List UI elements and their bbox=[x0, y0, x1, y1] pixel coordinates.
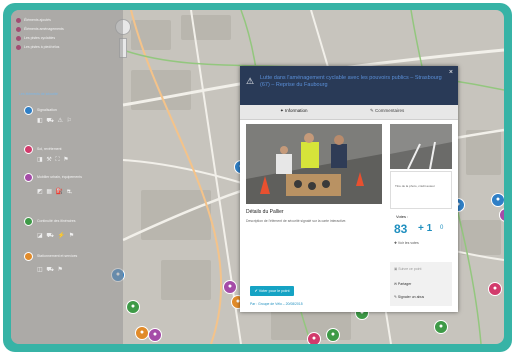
votes-separator: + 1 bbox=[418, 223, 433, 234]
map-marker[interactable]: ● bbox=[488, 282, 502, 296]
layer-dot bbox=[16, 18, 21, 23]
layer-panel: Éléments ajoutés Éléments aménagements L… bbox=[11, 10, 123, 344]
layer-label[interactable]: Les pistes à pied/vélos bbox=[24, 45, 59, 49]
map-marker[interactable]: ● bbox=[326, 328, 340, 342]
photo-scene bbox=[246, 124, 382, 204]
description-text: Description de l'élément de sécurité sig… bbox=[246, 219, 347, 223]
layer-dot bbox=[16, 45, 21, 50]
vote-button[interactable]: ✔ Voter pour le point bbox=[250, 286, 294, 296]
section-label: Détails du Pallier bbox=[246, 209, 284, 215]
category-badge[interactable] bbox=[24, 252, 33, 261]
map-marker[interactable]: ● bbox=[223, 280, 237, 294]
layer-dot bbox=[16, 27, 21, 32]
section-title: Les éléments de sécurité bbox=[19, 92, 58, 96]
modal-title: Lutte dans l'aménagement cyclable avec l… bbox=[260, 75, 442, 88]
thumbnail-caption: Titre de la photo, crédit auteur bbox=[395, 184, 435, 188]
category-icons[interactable]: ◪ ⛟ ⚡ ⚑ bbox=[37, 232, 75, 240]
category-icons[interactable]: ◫ ⛟ ⚑ bbox=[37, 266, 64, 274]
category-icons[interactable]: ◧ ⛟ ⚠ ⚐ bbox=[37, 117, 73, 125]
layer-label[interactable]: Éléments ajoutés bbox=[24, 18, 51, 22]
tab-comments[interactable]: ✎ Commentaires bbox=[370, 108, 404, 114]
category-badge[interactable] bbox=[24, 173, 33, 182]
warning-icon: ⚠ bbox=[246, 76, 255, 86]
votes-label: Votes : bbox=[396, 214, 409, 219]
category-label[interactable]: Continuité des itinéraires bbox=[37, 219, 76, 223]
category-label[interactable]: Stationnement et services bbox=[37, 254, 77, 258]
footer-text: Par : Groupe de Vélo – 20/08/2015 bbox=[250, 302, 303, 306]
category-badge[interactable] bbox=[24, 145, 33, 154]
category-label[interactable]: Mobilier urbain, équipements bbox=[37, 175, 82, 179]
report-link[interactable]: ✎ Signaler un abus bbox=[394, 295, 424, 299]
device-frame: ● ● ● ● ● ● ● ● ● ● ● ● ● ● ● Éléments a… bbox=[3, 3, 512, 352]
screen: ● ● ● ● ● ● ● ● ● ● ● ● ● ● ● Éléments a… bbox=[11, 10, 504, 344]
follow-link[interactable]: ▣ Suivre ce point bbox=[394, 267, 421, 271]
main-photo[interactable] bbox=[246, 124, 382, 204]
close-icon[interactable]: × bbox=[449, 69, 453, 76]
thumbnail-photo[interactable] bbox=[390, 124, 452, 170]
view-votes-link[interactable]: ✚ Voir les votes bbox=[394, 241, 419, 245]
votes-up-count: 83 bbox=[394, 222, 408, 236]
map-marker[interactable]: ● bbox=[434, 320, 448, 334]
detail-modal: ⚠ Lutte dans l'aménagement cyclable avec… bbox=[240, 66, 458, 312]
map-marker[interactable]: ● bbox=[148, 328, 162, 342]
share-link[interactable]: ✉ Partager bbox=[394, 282, 411, 286]
layer-dot bbox=[16, 36, 21, 41]
map-marker[interactable]: ● bbox=[491, 193, 504, 207]
layer-label[interactable]: Éléments aménagements bbox=[24, 27, 64, 31]
modal-tabs: ✦ Information ✎ Commentaires bbox=[240, 105, 458, 120]
category-icons[interactable]: ◨ ⚒ ⛶ ⚑ bbox=[37, 156, 70, 164]
votes-down-count: 0 bbox=[440, 225, 444, 231]
category-label[interactable]: Sol, revêtement bbox=[37, 147, 62, 151]
thumbnail-caption-box: Titre de la photo, crédit auteur bbox=[390, 171, 452, 209]
tab-information[interactable]: ✦ Information bbox=[280, 108, 308, 114]
map-marker[interactable]: ● bbox=[307, 332, 321, 344]
layer-label[interactable]: Les pistes cyclables bbox=[24, 36, 55, 40]
thumbnail-scene bbox=[390, 124, 452, 170]
map-marker[interactable]: ● bbox=[126, 300, 140, 314]
modal-header: ⚠ Lutte dans l'aménagement cyclable avec… bbox=[240, 66, 458, 105]
category-label[interactable]: Signalisation bbox=[37, 108, 57, 112]
category-icons[interactable]: ◩ ▦ ⛽ ⛐ bbox=[37, 188, 73, 196]
category-badge[interactable] bbox=[24, 217, 33, 226]
map-marker[interactable]: ● bbox=[135, 326, 149, 340]
category-badge[interactable] bbox=[24, 106, 33, 115]
